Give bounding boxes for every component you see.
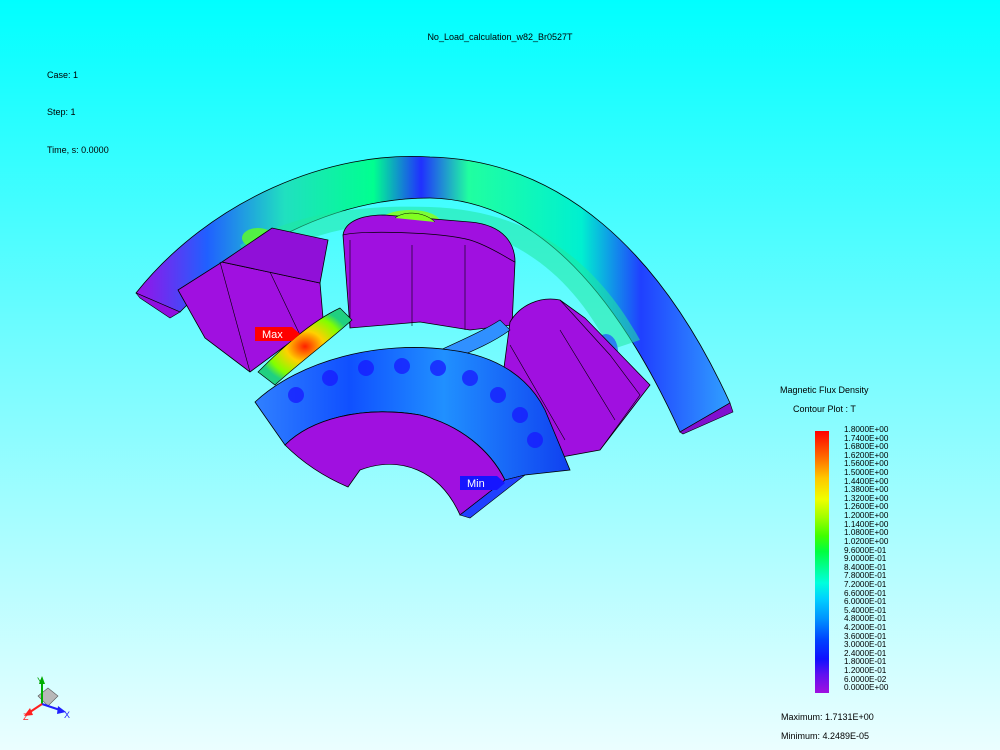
axis-triad-icon[interactable]: Y X Z — [22, 674, 76, 724]
maximum-value: Maximum: 1.7131E+00 — [781, 712, 874, 722]
contour-colorbar — [815, 431, 829, 693]
stator-coil-center[interactable] — [342, 212, 516, 331]
min-marker: Min — [460, 476, 505, 490]
minimum-value: Minimum: 4.2489E-05 — [781, 731, 870, 741]
min-marker-label: Min — [467, 478, 485, 490]
triad-z-label: Z — [23, 712, 29, 722]
legend-subtitle: Contour Plot : T — [793, 404, 856, 414]
colorbar-tick: 0.0000E+00 — [844, 683, 889, 693]
max-marker-label: Max — [262, 329, 283, 341]
legend-title: Magnetic Flux Density — [780, 385, 869, 395]
triad-x-label: X — [64, 710, 70, 720]
triad-y-label: Y — [37, 676, 43, 686]
max-marker: Max — [255, 327, 300, 341]
colorbar-tick-labels: 1.8000E+00 1.7400E+00 1.6800E+00 1.6200E+00… — [844, 425, 924, 693]
